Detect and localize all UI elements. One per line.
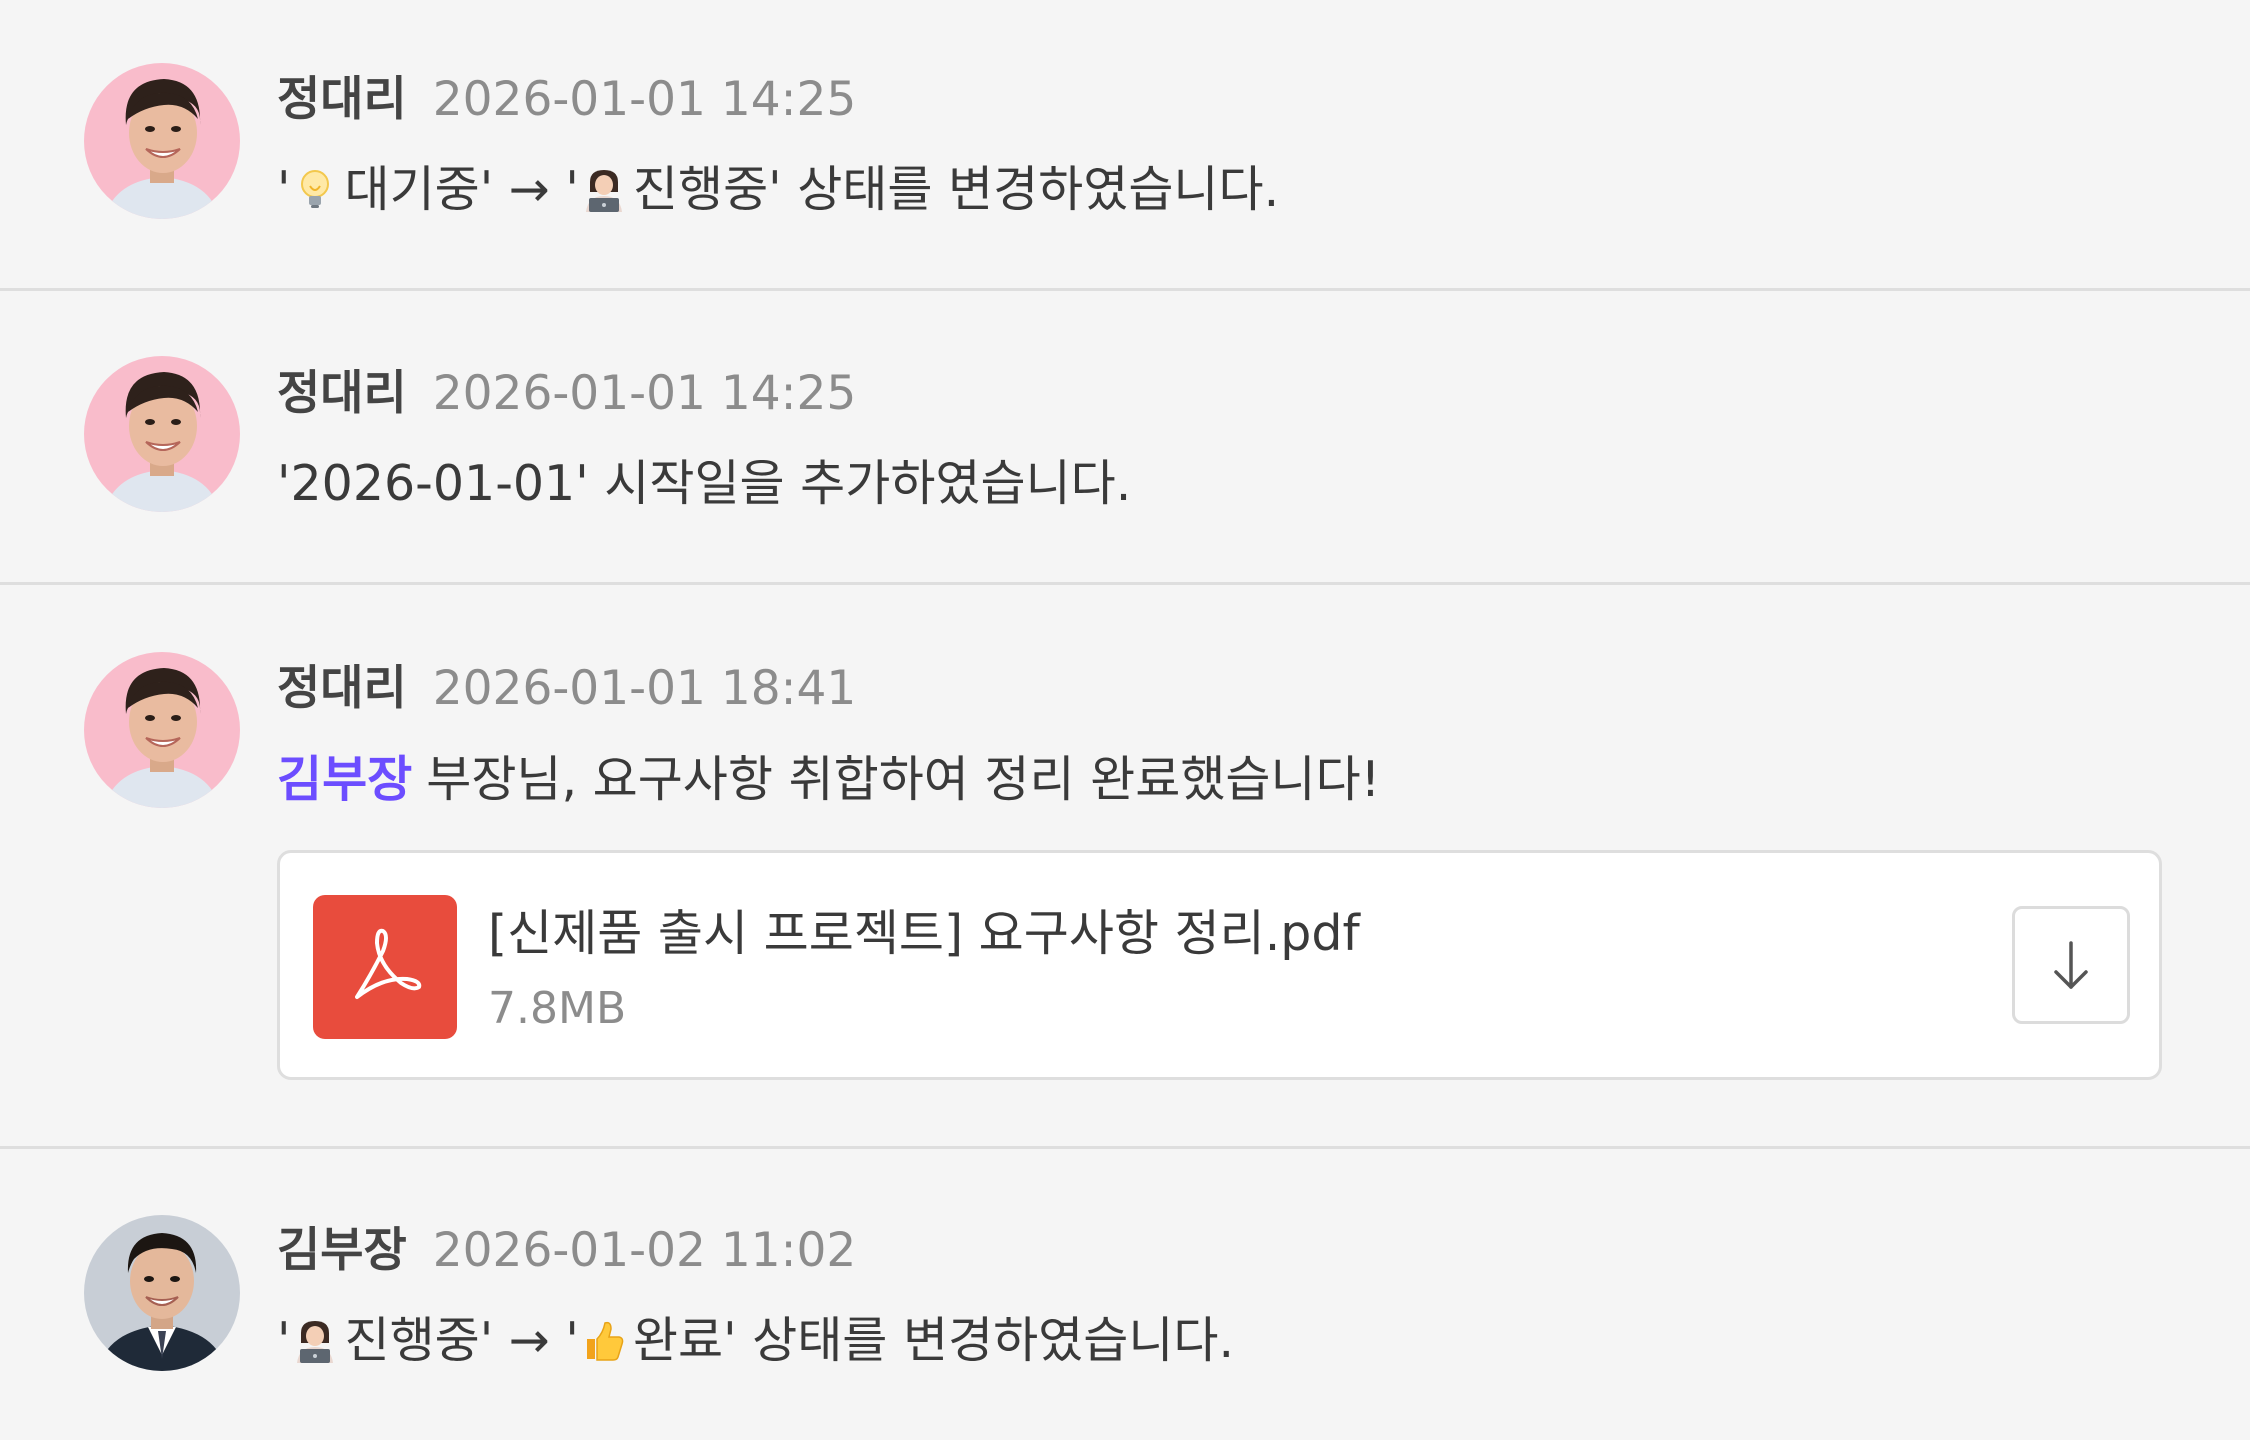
avatar[interactable] <box>84 63 240 219</box>
status-to: 완료' <box>632 1312 737 1369</box>
author-name: 정대리 <box>277 661 407 716</box>
activity-feed: 정대리 2026-01-01 14:25 ' 대기중' → ' 진행중' 상태를 변경… <box>0 0 2250 1440</box>
arrow-icon: → <box>508 161 550 218</box>
status-to: 진행중' <box>632 161 782 218</box>
timestamp: 2026-01-02 11:02 <box>432 1223 857 1278</box>
mention-link[interactable]: 김부장 <box>277 751 412 808</box>
avatar[interactable] <box>84 356 240 512</box>
avatar[interactable] <box>84 1215 240 1371</box>
file-attachment[interactable]: [신제품 출시 프로젝트] 요구사항 정리.pdf 7.8MB <box>277 850 2162 1080</box>
avatar-woman-icon <box>84 652 240 808</box>
message-text: 상태를 변경하였습니다. <box>797 161 1280 218</box>
file-size: 7.8MB <box>488 983 627 1034</box>
arrow-icon: → <box>508 1312 550 1369</box>
quote-mark: ' <box>277 1312 291 1369</box>
avatar-woman-icon <box>84 63 240 219</box>
quote-mark: ' <box>565 1312 579 1369</box>
message-text: 상태를 변경하였습니다. <box>752 1312 1235 1369</box>
download-button[interactable] <box>2012 906 2130 1024</box>
author-name: 정대리 <box>277 366 407 421</box>
thumbs-up-icon <box>581 1317 627 1363</box>
activity-message: ' 진행중' → ' 완료' 상태를 변경하였습니다. <box>277 1309 1234 1373</box>
activity-message: 김부장 부장님, 요구사항 취합하여 정리 완료했습니다! <box>277 748 1380 812</box>
activity-message: '2026-01-01' 시작일을 추가하였습니다. <box>277 455 1132 512</box>
avatar[interactable] <box>84 652 240 808</box>
download-arrow-icon <box>2054 941 2088 989</box>
activity-entry: 정대리 2026-01-01 14:25 ' 대기중' → ' 진행중' 상태를 변경… <box>0 0 2250 288</box>
activity-entry: 정대리 2026-01-01 14:25 '2026-01-01' 시작일을 추가… <box>0 291 2250 582</box>
status-from: 진행중' <box>344 1312 494 1369</box>
author-name: 정대리 <box>277 72 407 127</box>
person-laptop-icon <box>581 166 627 212</box>
file-name[interactable]: [신제품 출시 프로젝트] 요구사항 정리.pdf <box>488 903 1360 965</box>
avatar-man-icon <box>84 1215 240 1371</box>
message-text: 부장님, 요구사항 취합하여 정리 완료했습니다! <box>426 751 1381 808</box>
timestamp: 2026-01-01 14:25 <box>432 366 857 421</box>
person-laptop-icon <box>292 1317 338 1363</box>
author-name: 김부장 <box>277 1223 407 1278</box>
quote-mark: ' <box>277 161 291 218</box>
timestamp: 2026-01-01 14:25 <box>432 72 857 127</box>
quote-mark: ' <box>565 161 579 218</box>
timestamp: 2026-01-01 18:41 <box>432 661 857 716</box>
activity-message: ' 대기중' → ' 진행중' 상태를 변경하였습니다. <box>277 158 1279 222</box>
activity-entry: 김부장 2026-01-02 11:02 ' 진행중' → ' 완료' 상태를 변경하… <box>0 1149 2250 1440</box>
lightbulb-icon <box>292 166 338 212</box>
avatar-woman-icon <box>84 356 240 512</box>
pdf-icon <box>313 895 457 1039</box>
status-from: 대기중' <box>344 161 494 218</box>
